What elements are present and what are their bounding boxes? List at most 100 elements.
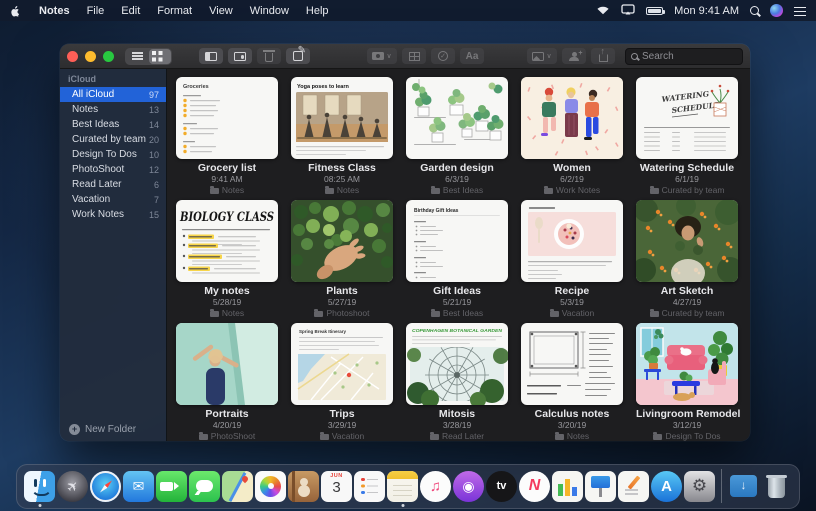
note-card-calculus-notes[interactable]: Calculus notes 3/20/19 Notes <box>521 323 623 441</box>
menu-bar: Notes File Edit Format View Window Help Mon 9:… <box>0 0 816 21</box>
dock-icon-tv[interactable]: tv <box>486 471 517 502</box>
apple-menu-icon[interactable] <box>10 4 21 17</box>
dock-icon-text: A <box>651 478 682 495</box>
dock-icon-maps[interactable] <box>222 471 253 502</box>
sidebar-item-vacation[interactable]: Vacation7 <box>60 192 166 207</box>
sidebar-item-notes[interactable]: Notes13 <box>60 102 166 117</box>
sidebar-item-work-notes[interactable]: Work Notes15 <box>60 207 166 222</box>
text-format-button[interactable]: Aa <box>460 48 484 64</box>
menu-format[interactable]: Format <box>157 5 192 17</box>
menu-help[interactable]: Help <box>306 5 329 17</box>
sidebar-item-photoshoot[interactable]: PhotoShoot12 <box>60 162 166 177</box>
dock-icon-safari[interactable] <box>90 471 121 502</box>
dock-icon-settings[interactable] <box>684 471 715 502</box>
desktop: { "menubar": { "menus": ["Notes", "File"… <box>0 0 816 511</box>
sidebar-item-read-later[interactable]: Read Later6 <box>60 177 166 192</box>
dock-icon-reminders[interactable] <box>354 471 385 502</box>
dock-icon-launchpad[interactable] <box>57 471 88 502</box>
camera-icon <box>372 52 384 60</box>
menu-window[interactable]: Window <box>250 5 289 17</box>
wifi-icon[interactable] <box>596 4 610 18</box>
sidebar-item-all-icloud[interactable]: All iCloud97 <box>60 87 166 102</box>
dock-icon-finder[interactable] <box>24 471 55 502</box>
list-view-button[interactable] <box>126 49 148 64</box>
share-button-group: ∨ <box>522 48 615 64</box>
note-card-livingroom-remodel[interactable]: Livingroom Remodel 3/12/19 Design To Dos <box>636 323 738 441</box>
dock-icon-messages[interactable] <box>189 471 220 502</box>
dock-icon-numbers[interactable] <box>552 471 583 502</box>
dock-icon-text: 3 <box>321 479 352 496</box>
minimize-button[interactable] <box>85 51 96 62</box>
folder-icon <box>431 188 440 194</box>
sidebar-item-design-to-dos[interactable]: Design To Dos10 <box>60 147 166 162</box>
note-card-plants[interactable]: Plants 5/27/19 Photoshoot <box>291 200 393 318</box>
note-card-recipe[interactable]: Recipe 5/3/19 Vacation <box>521 200 623 318</box>
note-thumbnail: Spring Break Itinerary <box>291 323 393 405</box>
search-input[interactable] <box>642 51 737 62</box>
menu-edit[interactable]: Edit <box>121 5 140 17</box>
dock-icon-calendar[interactable]: JUN3 <box>321 471 352 502</box>
display-airplay-icon[interactable] <box>621 4 635 18</box>
note-card-fitness-class[interactable]: Yoga poses to learn Fitness Class 08:25 … <box>291 77 393 195</box>
traffic-lights <box>67 51 114 62</box>
note-date: 3/20/19 <box>521 421 623 430</box>
dock-icon-keynote[interactable] <box>585 471 616 502</box>
spotlight-icon[interactable] <box>750 6 759 15</box>
note-card-trips[interactable]: Spring Break Itinerary Trips 3/29/19 Vac… <box>291 323 393 441</box>
dock-icon-facetime[interactable] <box>156 471 187 502</box>
note-card-my-notes[interactable]: BIOLOGY CLASS My notes 5/28/19 Notes <box>176 200 278 318</box>
note-card-watering-schedule[interactable]: WATERINGSCHEDULE Watering Schedule 6/1/1… <box>636 77 738 195</box>
menu-notes[interactable]: Notes <box>39 5 70 17</box>
add-people-button[interactable] <box>562 48 586 64</box>
notes-gallery: Groceries Grocery list 9:41 AM Notes Yog… <box>167 69 750 441</box>
dock-icon-notes[interactable] <box>387 471 418 502</box>
dock-icon-music[interactable] <box>420 471 451 502</box>
dock-icon-downloads[interactable] <box>728 471 759 502</box>
gallery-view-button[interactable] <box>149 49 171 64</box>
dock-icon-photos[interactable] <box>255 471 286 502</box>
menu-bar-clock[interactable]: Mon 9:41 AM <box>674 5 739 17</box>
note-folder: Curated by team <box>636 309 738 318</box>
dock-icon-trash[interactable] <box>761 471 792 502</box>
note-date: 5/28/19 <box>176 298 278 307</box>
note-folder: Best Ideas <box>406 186 508 195</box>
new-folder-button[interactable]: + New Folder <box>69 424 136 435</box>
note-card-gift-ideas[interactable]: Birthday Gift Ideas Gift Ideas 5/21/19 B… <box>406 200 508 318</box>
table-button[interactable] <box>402 48 426 64</box>
new-note-button[interactable] <box>286 48 310 64</box>
checklist-button[interactable]: ✓ <box>431 48 455 64</box>
sidebar-item-best-ideas[interactable]: Best Ideas14 <box>60 117 166 132</box>
note-folder: Curated by team <box>636 186 738 195</box>
notification-center-icon[interactable] <box>794 5 806 17</box>
dock-icon-appstore[interactable]: A <box>651 471 682 502</box>
zoom-button[interactable] <box>103 51 114 62</box>
note-card-portraits[interactable]: Portraits 4/20/19 PhotoShoot <box>176 323 278 441</box>
note-title: Gift Ideas <box>406 286 508 297</box>
note-card-women[interactable]: Women 6/2/19 Work Notes <box>521 77 623 195</box>
note-title: Mitosis <box>406 409 508 420</box>
add-photo-button[interactable]: ∨ <box>527 48 557 64</box>
dock-icon-podcasts[interactable] <box>453 471 484 502</box>
dock-icon-news[interactable]: N <box>519 471 550 502</box>
note-card-garden-design[interactable]: Garden design 6/3/19 Best Ideas <box>406 77 508 195</box>
sidebar-item-curated-by-team[interactable]: Curated by team20 <box>60 132 166 147</box>
note-card-mitosis[interactable]: COPENHAGEN BOTANICAL GARDEN Mitosis 3/28… <box>406 323 508 441</box>
delete-note-button[interactable] <box>257 48 281 64</box>
share-button[interactable] <box>591 48 615 64</box>
svg-text:Spring Break Itinerary: Spring Break Itinerary <box>299 329 347 334</box>
menu-file[interactable]: File <box>87 5 105 17</box>
battery-icon[interactable] <box>646 7 663 15</box>
chevron-down-icon: ∨ <box>546 52 551 60</box>
dock-icon-pages[interactable] <box>618 471 649 502</box>
attachments-button[interactable] <box>228 48 252 64</box>
dock-icon-contacts[interactable] <box>288 471 319 502</box>
dock-icon-mail[interactable] <box>123 471 154 502</box>
menu-view[interactable]: View <box>209 5 233 17</box>
toggle-folders-button[interactable] <box>199 48 223 64</box>
note-card-grocery-list[interactable]: Groceries Grocery list 9:41 AM Notes <box>176 77 278 195</box>
folder-label: All iCloud <box>72 89 114 100</box>
attach-media-button[interactable]: ∨ <box>367 48 397 64</box>
siri-icon[interactable] <box>770 4 783 17</box>
close-button[interactable] <box>67 51 78 62</box>
note-card-art-sketch[interactable]: Art Sketch 4/27/19 Curated by team <box>636 200 738 318</box>
